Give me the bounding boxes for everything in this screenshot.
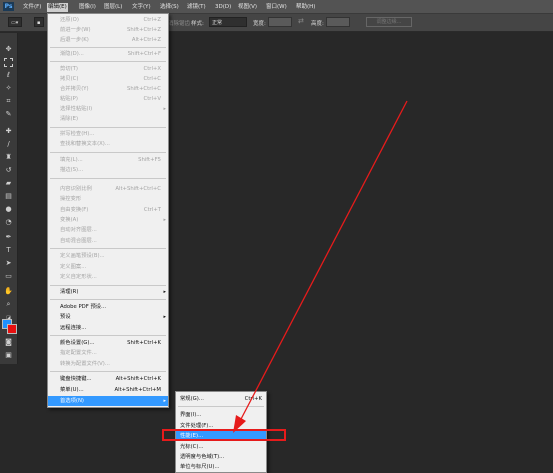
annotation-arrow <box>233 100 408 433</box>
